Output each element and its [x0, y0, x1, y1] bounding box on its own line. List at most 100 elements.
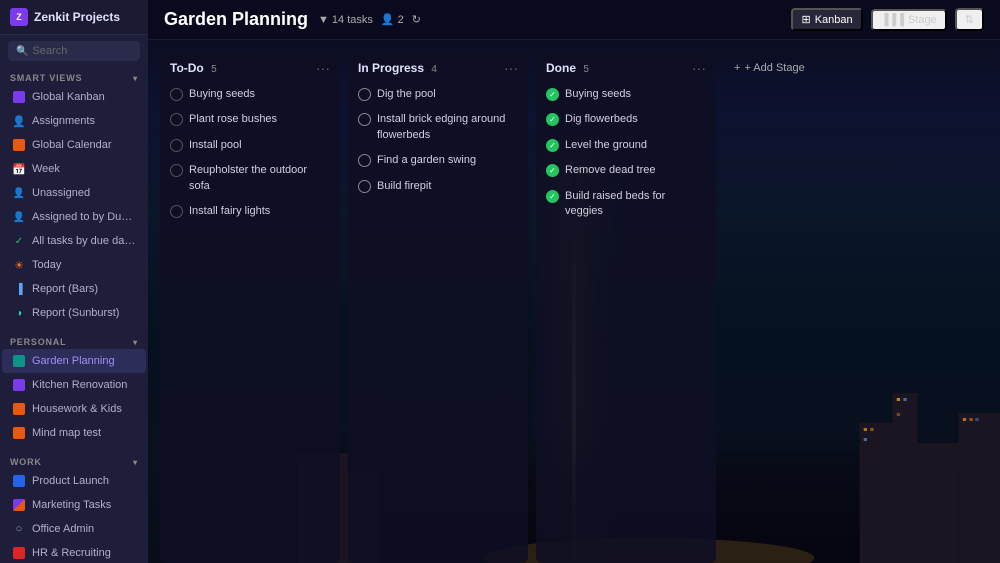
sidebar-item-assigned-by-due[interactable]: 👤 Assigned to by Due Date — [2, 205, 146, 229]
sidebar-item-global-calendar[interactable]: Global Calendar — [2, 133, 146, 157]
hr-icon — [12, 546, 26, 560]
garden-planning-icon — [12, 354, 26, 368]
column-done-menu[interactable]: ··· — [692, 60, 706, 76]
table-row[interactable]: ✓ Level the ground — [542, 133, 710, 158]
column-done-count: 5 — [583, 64, 589, 75]
sidebar-item-hr-recruiting[interactable]: HR & Recruiting — [2, 541, 146, 563]
column-todo-body: Buying seeds Plant rose bushes Install p… — [160, 82, 340, 563]
mind-map-icon — [12, 426, 26, 440]
assignments-icon: 👤 — [12, 114, 26, 128]
todo-circle — [170, 164, 183, 177]
todo-circle — [170, 139, 183, 152]
table-row[interactable]: ✓ Dig flowerbeds — [542, 107, 710, 132]
table-row[interactable]: Buying seeds — [166, 82, 334, 107]
sidebar-item-unassigned[interactable]: 👤 Unassigned — [2, 181, 146, 205]
task-label: Install brick edging around flowerbeds — [377, 112, 518, 143]
sidebar-item-week[interactable]: 📅 Week — [2, 157, 146, 181]
column-done-body: ✓ Buying seeds ✓ Dig flowerbeds ✓ Level … — [536, 82, 716, 563]
housework-icon — [12, 402, 26, 416]
list-clock-icon: ✓ — [12, 234, 26, 248]
kanban-board: To-Do 5 ··· Buying seeds Plant rose bush… — [148, 40, 1000, 563]
table-row[interactable]: Install fairy lights — [166, 199, 334, 224]
personal-section-header: PERSONAL ▾ — [0, 331, 148, 349]
sidebar-item-mind-map[interactable]: Mind map test — [2, 421, 146, 445]
sidebar-header: Z Zenkit Projects — [0, 0, 148, 35]
column-todo-title: To-Do — [170, 61, 204, 75]
column-in-progress-body: Dig the pool Install brick edging around… — [348, 82, 528, 563]
table-row[interactable]: Plant rose bushes — [166, 107, 334, 132]
stage-view-button[interactable]: ▐▐▐ Stage — [871, 9, 947, 31]
table-row[interactable]: Install pool — [166, 133, 334, 158]
smart-views-chevron[interactable]: ▾ — [133, 74, 138, 83]
sidebar-item-today[interactable]: ☀ Today — [2, 253, 146, 277]
marketing-icon — [12, 498, 26, 512]
column-done: Done 5 ··· ✓ Buying seeds ✓ Dig flowerbe… — [536, 52, 716, 563]
sidebar-item-report-bars[interactable]: ▐ Report (Bars) — [2, 277, 146, 301]
kanban-view-button[interactable]: ⊞ Kanban — [791, 8, 862, 31]
kitchen-icon — [12, 378, 26, 392]
sidebar-item-garden-planning[interactable]: Garden Planning — [2, 349, 146, 373]
column-in-progress-menu[interactable]: ··· — [504, 60, 518, 76]
todo-circle — [170, 88, 183, 101]
work-section-header: WORK ▾ — [0, 451, 148, 469]
page-title: Garden Planning — [164, 9, 308, 30]
table-row[interactable]: Install brick edging around flowerbeds — [354, 107, 522, 148]
sidebar-item-report-sunburst[interactable]: ◑ Report (Sunburst) — [2, 301, 146, 325]
task-label: Reupholster the outdoor sofa — [189, 163, 330, 194]
add-icon: + — [734, 62, 740, 74]
add-stage-button[interactable]: + + Add Stage — [724, 56, 815, 80]
task-label: Build raised beds for veggies — [565, 189, 706, 220]
sidebar-item-all-tasks-due[interactable]: ✓ All tasks by due date w/o completed — [2, 229, 146, 253]
globe-icon — [12, 138, 26, 152]
table-row[interactable]: ✓ Buying seeds — [542, 82, 710, 107]
sidebar-item-office-admin[interactable]: ○ Office Admin — [2, 517, 146, 541]
table-row[interactable]: ✓ Remove dead tree — [542, 158, 710, 183]
product-launch-icon — [12, 474, 26, 488]
column-in-progress-header: In Progress 4 ··· — [348, 52, 528, 82]
header-left: Garden Planning ▼ 14 tasks 👤 2 ↻ — [164, 9, 421, 30]
todo-circle — [170, 113, 183, 126]
header-meta: ▼ 14 tasks 👤 2 ↻ — [318, 13, 421, 26]
in-progress-circle — [358, 113, 371, 126]
column-todo-count: 5 — [211, 64, 217, 75]
header-right: ⊞ Kanban ▐▐▐ Stage ⇅ — [791, 8, 984, 31]
sidebar-item-product-launch[interactable]: Product Launch — [2, 469, 146, 493]
refresh-icon[interactable]: ↻ — [412, 13, 421, 26]
sidebar-item-global-kanban[interactable]: Global Kanban — [2, 85, 146, 109]
task-label: Level the ground — [565, 138, 647, 153]
sidebar-item-assignments[interactable]: 👤 Assignments — [2, 109, 146, 133]
personal-chevron[interactable]: ▾ — [133, 338, 138, 347]
grid-icon — [12, 90, 26, 104]
bar-chart-icon: ▐ — [12, 282, 26, 296]
today-icon: ☀ — [12, 258, 26, 272]
done-circle: ✓ — [546, 113, 559, 126]
main-header: Garden Planning ▼ 14 tasks 👤 2 ↻ ⊞ Kanba… — [148, 0, 1000, 40]
table-row[interactable]: Dig the pool — [354, 82, 522, 107]
task-label: Buying seeds — [565, 87, 631, 102]
task-label: Find a garden swing — [377, 153, 476, 168]
table-row[interactable]: ✓ Build raised beds for veggies — [542, 184, 710, 225]
in-progress-circle — [358, 154, 371, 167]
sort-button[interactable]: ⇅ — [955, 8, 984, 31]
filter-badge[interactable]: ▼ 14 tasks — [318, 14, 373, 26]
task-label: Plant rose bushes — [189, 112, 277, 127]
app-name: Zenkit Projects — [34, 10, 120, 24]
sidebar-item-housework-kids[interactable]: Housework & Kids — [2, 397, 146, 421]
assigned-due-icon: 👤 — [12, 210, 26, 224]
table-row[interactable]: Reupholster the outdoor sofa — [166, 158, 334, 199]
table-row[interactable]: Find a garden swing — [354, 148, 522, 173]
user-badge[interactable]: 👤 2 — [381, 13, 404, 26]
kanban-icon: ⊞ — [801, 13, 810, 26]
search-input[interactable] — [32, 45, 132, 57]
column-done-header: Done 5 ··· — [536, 52, 716, 82]
unassigned-icon: 👤 — [12, 186, 26, 200]
sidebar-item-kitchen-renovation[interactable]: Kitchen Renovation — [2, 373, 146, 397]
work-chevron[interactable]: ▾ — [133, 458, 138, 467]
column-todo-menu[interactable]: ··· — [316, 60, 330, 76]
table-row[interactable]: Build firepit — [354, 174, 522, 199]
column-todo: To-Do 5 ··· Buying seeds Plant rose bush… — [160, 52, 340, 563]
task-label: Install pool — [189, 138, 242, 153]
sidebar-item-marketing-tasks[interactable]: Marketing Tasks — [2, 493, 146, 517]
task-label: Dig the pool — [377, 87, 436, 102]
todo-circle — [170, 205, 183, 218]
